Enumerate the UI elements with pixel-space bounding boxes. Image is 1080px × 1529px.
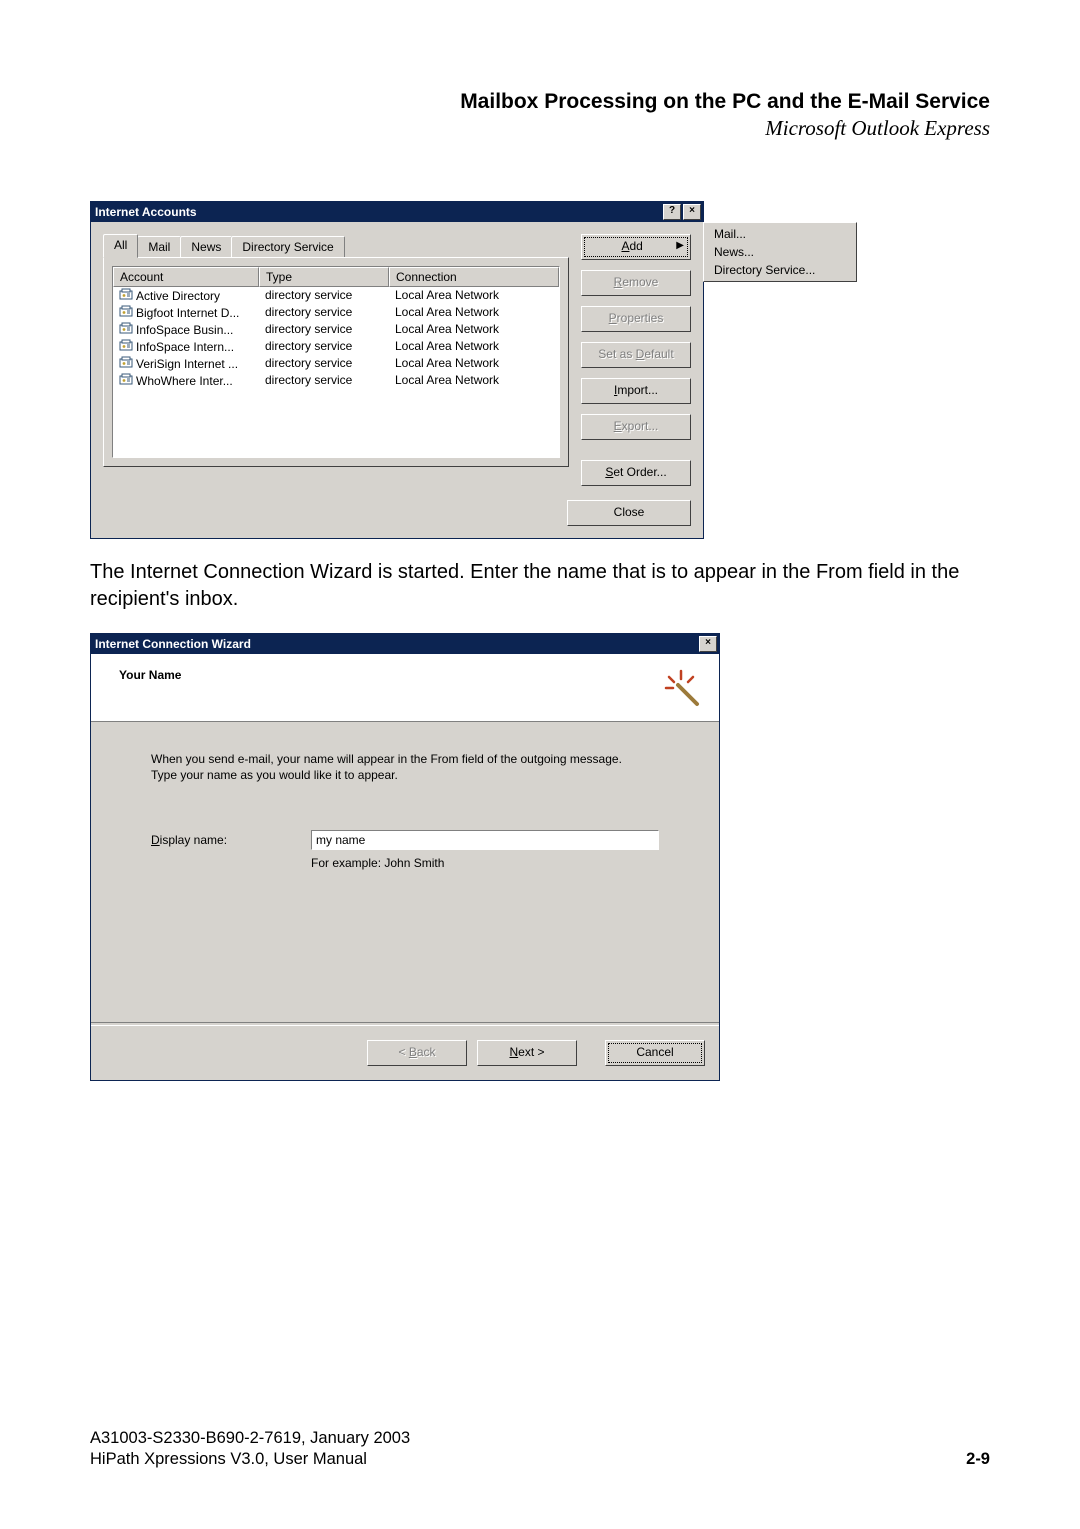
account-name: InfoSpace Intern... [136, 340, 234, 354]
display-name-label: Display name: [151, 833, 311, 847]
export-button: Export... [581, 414, 691, 440]
wand-icon [661, 668, 701, 708]
internet-connection-wizard-window: Internet Connection Wizard × Your Name W… [90, 633, 720, 1081]
account-type: directory service [259, 355, 389, 372]
list-item[interactable]: Bigfoot Internet D... directory serviceLo… [113, 304, 559, 321]
add-button[interactable]: Add▶ [581, 234, 691, 260]
titlebar: Internet Accounts ? × [91, 202, 703, 222]
account-name: VeriSign Internet ... [136, 357, 238, 371]
rolodex-icon [119, 373, 133, 388]
list-item[interactable]: InfoSpace Busin... directory serviceLocal… [113, 321, 559, 338]
section-title: Mailbox Processing on the PC and the E-M… [90, 90, 990, 114]
rolodex-icon [119, 356, 133, 371]
footer-manual: HiPath Xpressions V3.0, User Manual [90, 1450, 367, 1469]
rolodex-icon [119, 322, 133, 337]
account-connection: Local Area Network [389, 321, 559, 338]
list-item[interactable]: WhoWhere Inter... directory serviceLocal … [113, 372, 559, 389]
account-type: directory service [259, 287, 389, 304]
page-number: 2-9 [966, 1450, 990, 1469]
accounts-listview[interactable]: Account Type Connection Active Directory… [112, 266, 560, 458]
col-header-type[interactable]: Type [259, 267, 389, 287]
submenu-item-news[interactable]: News... [706, 243, 854, 261]
close-button[interactable]: Close [567, 500, 691, 526]
rolodex-icon [119, 305, 133, 320]
set-order-button[interactable]: Set Order... [581, 460, 691, 486]
tab-all[interactable]: All [103, 234, 138, 258]
page-header: Mailbox Processing on the PC and the E-M… [90, 90, 990, 141]
rolodex-icon [119, 288, 133, 303]
section-subtitle: Microsoft Outlook Express [90, 116, 990, 141]
account-name: WhoWhere Inter... [136, 374, 233, 388]
account-type: directory service [259, 321, 389, 338]
account-type: directory service [259, 372, 389, 389]
account-type: directory service [259, 304, 389, 321]
page-footer: A31003-S2330-B690-2-7619, January 2003 H… [90, 1429, 990, 1469]
tab-mail[interactable]: Mail [137, 236, 181, 257]
display-name-example: For example: John Smith [311, 856, 659, 870]
help-icon[interactable]: ? [663, 204, 681, 220]
add-submenu: Mail... News... Directory Service... [703, 222, 857, 282]
titlebar: Internet Connection Wizard × [91, 634, 719, 654]
account-connection: Local Area Network [389, 355, 559, 372]
tab-directory-service[interactable]: Directory Service [231, 236, 344, 257]
internet-accounts-window: Internet Accounts ? × All Mail News Dire… [90, 201, 704, 539]
list-item[interactable]: InfoSpace Intern... directory serviceLoca… [113, 338, 559, 355]
account-connection: Local Area Network [389, 338, 559, 355]
back-button: < Back [367, 1040, 467, 1066]
submenu-item-directory-service[interactable]: Directory Service... [706, 261, 854, 279]
close-icon[interactable]: × [699, 636, 717, 652]
remove-button: Remove [581, 270, 691, 296]
footer-docid: A31003-S2330-B690-2-7619, January 2003 [90, 1429, 990, 1448]
col-header-connection[interactable]: Connection [389, 267, 559, 287]
arrow-right-icon: ▶ [676, 235, 684, 257]
rolodex-icon [119, 339, 133, 354]
tab-news[interactable]: News [180, 236, 232, 257]
col-header-account[interactable]: Account [113, 267, 259, 287]
submenu-item-mail[interactable]: Mail... [706, 225, 854, 243]
account-name: InfoSpace Busin... [136, 323, 233, 337]
account-name: Bigfoot Internet D... [136, 306, 239, 320]
list-item[interactable]: Active Directory directory serviceLocal A… [113, 287, 559, 304]
wizard-heading: Your Name [119, 668, 181, 682]
account-connection: Local Area Network [389, 372, 559, 389]
window-title: Internet Connection Wizard [95, 637, 697, 651]
window-title: Internet Accounts [95, 205, 661, 219]
list-item[interactable]: VeriSign Internet ... directory serviceLo… [113, 355, 559, 372]
import-button[interactable]: Import... [581, 378, 691, 404]
account-type: directory service [259, 338, 389, 355]
account-connection: Local Area Network [389, 304, 559, 321]
account-tabs: All Mail News Directory Service [103, 234, 569, 257]
next-button[interactable]: Next > [477, 1040, 577, 1066]
account-name: Active Directory [136, 289, 220, 303]
close-icon[interactable]: × [683, 204, 701, 220]
properties-button: Properties [581, 306, 691, 332]
display-name-input[interactable]: my name [311, 830, 659, 850]
cancel-button[interactable]: Cancel [605, 1040, 705, 1066]
instruction-paragraph: The Internet Connection Wizard is starte… [90, 559, 990, 613]
wizard-description-2: Type your name as you would like it to a… [151, 768, 659, 782]
set-as-default-button: Set as Default [581, 342, 691, 368]
wizard-description-1: When you send e-mail, your name will app… [151, 752, 659, 766]
account-connection: Local Area Network [389, 287, 559, 304]
